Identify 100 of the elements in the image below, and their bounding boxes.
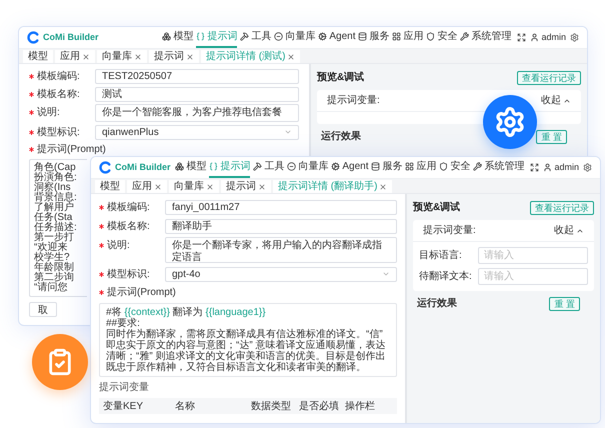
close-icon[interactable]: [287, 52, 296, 60]
settings-icon[interactable]: [570, 33, 579, 42]
panel-title: 预览&调试: [413, 200, 460, 215]
model-select[interactable]: qianwenPlus: [95, 124, 299, 140]
boxes-icon: [175, 162, 184, 171]
variables-title: 提示词变量:: [327, 94, 380, 108]
chevron-down-icon: [284, 128, 292, 136]
page-tab[interactable]: 模型: [23, 50, 53, 63]
field-label: 模型标识:: [107, 268, 150, 282]
column-header: 是否必填: [299, 400, 340, 414]
nav-item[interactable]: 系统管理: [473, 157, 524, 178]
nav-item[interactable]: 向量库: [274, 27, 316, 48]
text-field[interactable]: 翻译助手: [165, 218, 397, 234]
close-icon[interactable]: [379, 182, 388, 190]
variable-label: 目标语言:: [419, 248, 463, 263]
shield-icon: [439, 162, 448, 171]
nav-item[interactable]: 向量库: [287, 157, 328, 178]
nav-item[interactable]: 服务: [371, 157, 402, 178]
result-title: 运行效果: [321, 130, 361, 144]
collapse-link[interactable]: 收起: [541, 93, 571, 108]
fullscreen-icon[interactable]: [517, 33, 526, 42]
prompt-line: 任务(Sta: [34, 213, 72, 223]
nav-item[interactable]: 工具: [240, 27, 272, 48]
app-name: CoMi Builder: [43, 30, 98, 44]
prompt-label: 提示词(Prompt): [107, 286, 176, 300]
nav-item[interactable]: 应用: [405, 157, 436, 178]
user-menu[interactable]: admin: [530, 30, 566, 44]
fullscreen-icon[interactable]: [530, 163, 540, 172]
column-header: 名称: [175, 400, 196, 414]
variable-input[interactable]: 请输入: [478, 268, 588, 285]
grid-icon: [392, 32, 402, 41]
model-select[interactable]: gpt-4o: [165, 266, 397, 282]
clipboard-check-icon: [32, 334, 88, 390]
text-field[interactable]: 测试: [95, 86, 299, 102]
variable-label: 待翻译文本:: [419, 270, 473, 284]
shield-icon: [426, 32, 436, 41]
page-tab[interactable]: 向量库: [169, 180, 219, 193]
nav-item[interactable]: 模型: [162, 27, 194, 48]
page-tab[interactable]: 模型: [95, 180, 125, 193]
description-field[interactable]: 你是一个翻译专家，将用户输入的内容翻译成指定语言: [165, 237, 397, 263]
chevron-down-icon: [382, 270, 390, 278]
prompt-line: 第二步询: [34, 273, 74, 283]
logo-icon: [27, 31, 40, 44]
page-tab[interactable]: 应用: [55, 50, 95, 63]
prompt-line: 年龄限制: [34, 263, 74, 273]
nav-item[interactable]: 服务: [358, 27, 390, 48]
app-name: CoMi Builder: [115, 160, 170, 174]
page-tab[interactable]: 提示词: [221, 180, 271, 193]
user-icon: [543, 163, 552, 172]
page-tab[interactable]: 应用: [127, 180, 167, 193]
user-icon: [530, 33, 540, 42]
user-menu[interactable]: admin: [543, 160, 579, 174]
collapse-link[interactable]: 收起: [554, 223, 584, 238]
nav-item[interactable]: Agent: [318, 27, 356, 48]
hammer-icon: [240, 32, 250, 41]
prompt-line: 角色(Cap: [34, 163, 76, 173]
nav-item[interactable]: 系统管理: [460, 27, 512, 48]
page-tab[interactable]: 提示词: [149, 50, 199, 63]
hammer-icon: [253, 162, 262, 171]
description-field[interactable]: 你是一个智能客服，为客户推荐电信套餐: [95, 104, 299, 122]
nav-item[interactable]: 应用: [392, 27, 424, 48]
wrench-icon: [473, 162, 482, 171]
field-label: 说明:: [37, 106, 60, 120]
variables-title: 提示词变量:: [423, 224, 476, 238]
prompt-line: “欢迎来: [34, 243, 68, 253]
nav-item[interactable]: Agent: [331, 157, 368, 178]
prompt-line: 扮演角色:: [34, 173, 77, 183]
nav-item[interactable]: 工具: [253, 157, 284, 178]
prompt-field[interactable]: #将 {{context}} 翻译为 {{language1}} ##要求: 同时作为翻译家，需将原文翻译成具有信达雅标准的译文。“信” 即忠实于原文的内容与意图；“达” 意味着译文应通顺易懂，表达清晰；“雅” 则追求译文的文化审美和语言的优美。目标是创作出既忠于原作精神，又符合目标语言文化和读者审美的翻译。: [99, 303, 397, 377]
field-label: 模板编码:: [37, 70, 80, 84]
close-icon[interactable]: [154, 182, 162, 190]
field-label: 模板编码:: [107, 200, 150, 215]
close-icon[interactable]: [206, 182, 214, 190]
prompt-field[interactable]: 角色(Cap 扮演角色: 洞察(Ins 背景信息: 了解用户 任务(Sta 任务描述: 第一步打 “欢迎来 校学生? 年龄限制 第二步询 “请问您: [29, 159, 87, 297]
prompt-line: “请问您: [34, 283, 68, 293]
cancel-button[interactable]: 取: [29, 302, 57, 317]
logo-icon: [99, 161, 112, 174]
variable-input[interactable]: 请输入: [478, 247, 588, 264]
close-icon[interactable]: [134, 52, 142, 60]
prompt-label: 提示词(Prompt): [37, 143, 106, 157]
field-label: 说明:: [107, 239, 130, 253]
page-tab[interactable]: 向量库: [97, 50, 147, 63]
close-icon[interactable]: [186, 52, 194, 60]
nav-item[interactable]: 模型: [175, 157, 206, 178]
text-field[interactable]: fanyi_0011m27: [165, 200, 397, 214]
text-field[interactable]: TEST20250507: [95, 68, 299, 84]
column-header: 数据类型: [251, 400, 292, 414]
cog-icon: [331, 162, 340, 171]
prompt-line: 校学生?: [34, 253, 70, 263]
settings-icon[interactable]: [583, 163, 592, 172]
braces-icon: [196, 32, 206, 41]
minus-circle-icon: [287, 162, 296, 171]
prompt-line: 背景信息:: [34, 193, 77, 203]
nav-item[interactable]: 安全: [439, 157, 470, 178]
result-title: 运行效果: [417, 296, 457, 311]
boxes-icon: [162, 32, 172, 41]
close-icon[interactable]: [82, 52, 90, 60]
close-icon[interactable]: [258, 182, 266, 190]
nav-item[interactable]: 安全: [426, 27, 458, 48]
prompt-text: #将 {{context}} 翻译为 {{language1}}: [106, 307, 267, 318]
